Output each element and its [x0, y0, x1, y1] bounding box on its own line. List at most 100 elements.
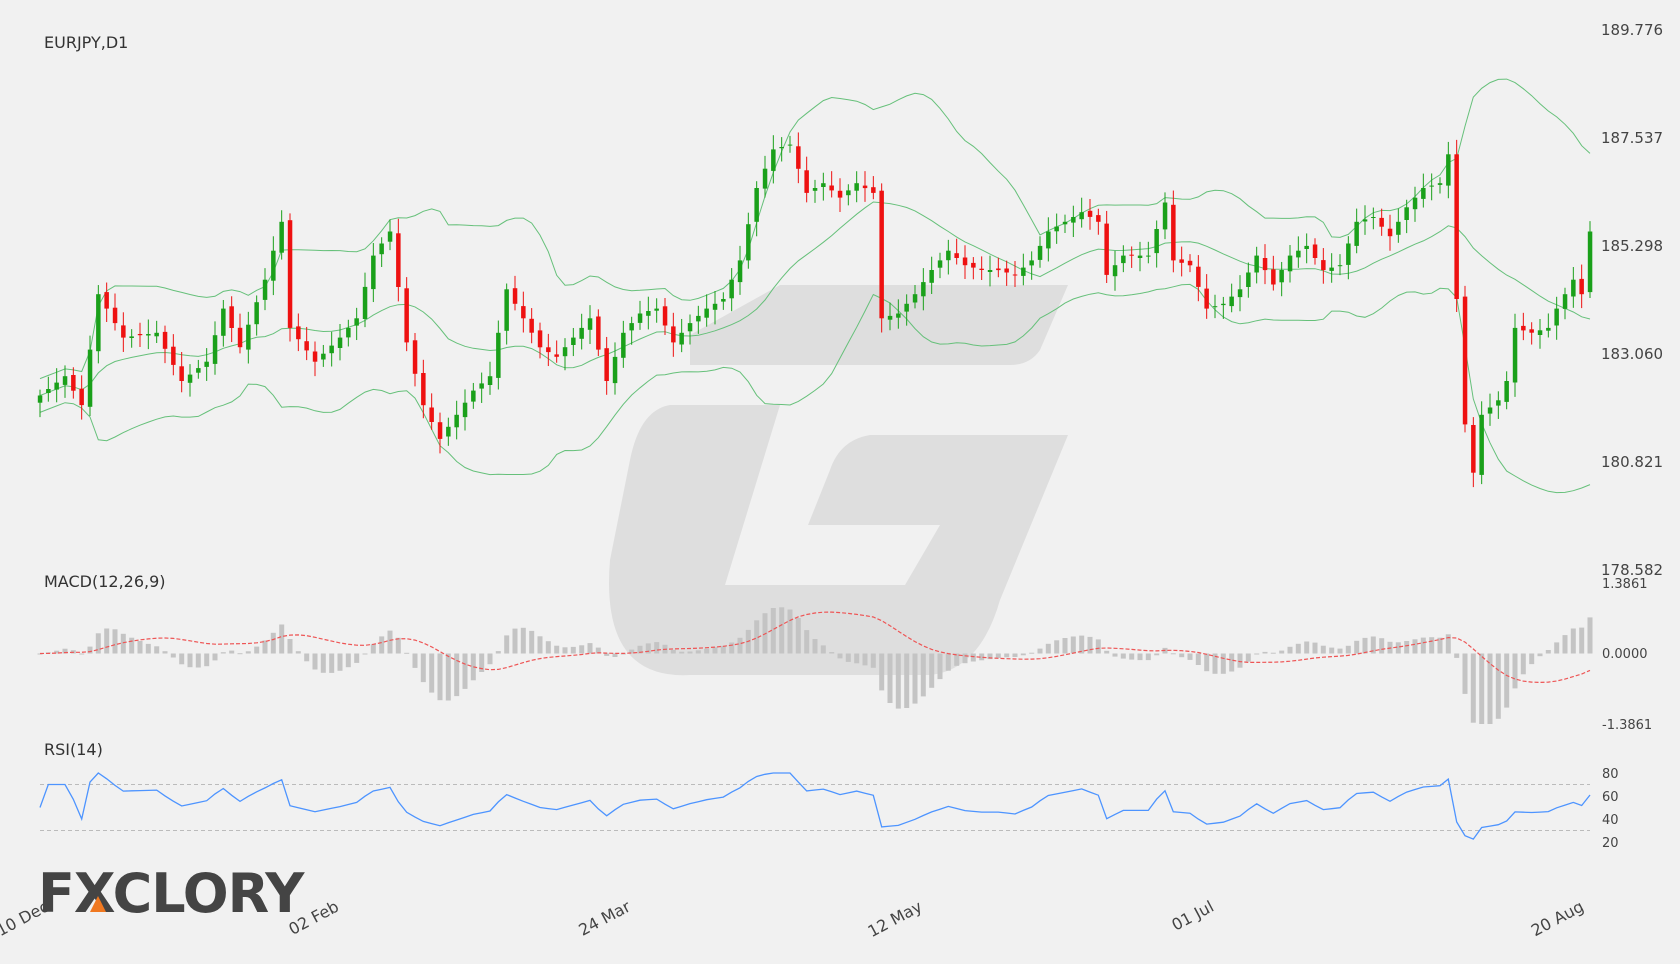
- candle-body: [1262, 258, 1268, 271]
- macd-histogram-bar: [487, 653, 493, 665]
- macd-histogram-bar: [920, 653, 926, 697]
- candle-body: [1387, 228, 1393, 237]
- chart-title: EURJPY,D1: [44, 33, 128, 52]
- macd-histogram-bar: [1279, 650, 1285, 654]
- macd-histogram-bar: [1529, 653, 1535, 665]
- macd-histogram-bar: [420, 653, 426, 683]
- candle-body: [912, 294, 918, 303]
- candle-body: [1221, 303, 1226, 306]
- candle-body: [587, 318, 593, 330]
- candle-body: [1096, 215, 1101, 222]
- candle-body: [1171, 204, 1176, 261]
- y-tick-label: 189.776: [1601, 21, 1663, 39]
- macd-histogram-bar: [1137, 653, 1143, 661]
- macd-histogram-bar: [804, 630, 810, 654]
- x-tick-label: 20 Aug: [1528, 897, 1587, 940]
- macd-histogram-bar: [604, 653, 610, 656]
- macd-histogram-bar: [962, 653, 968, 664]
- macd-histogram-bar: [412, 653, 418, 668]
- macd-histogram-bar: [1187, 653, 1193, 660]
- candle-body: [171, 346, 176, 365]
- macd-histogram-bar: [345, 653, 351, 668]
- candle-body: [1104, 223, 1109, 275]
- candle-body: [596, 316, 601, 350]
- candle-body: [987, 270, 993, 272]
- candle-body: [746, 224, 751, 261]
- candle-body: [904, 303, 909, 312]
- macd-histogram-bar: [120, 633, 126, 654]
- candle-body: [312, 351, 318, 362]
- candle-body: [487, 376, 493, 385]
- candle-body: [129, 336, 134, 338]
- candle-body: [271, 250, 276, 281]
- macd-histogram-bar: [204, 653, 210, 667]
- candle-body: [1404, 207, 1409, 220]
- candle-body: [296, 326, 301, 340]
- candle-body: [1437, 183, 1443, 185]
- macd-histogram-bar: [1345, 645, 1351, 654]
- y-tick-label: 180.821: [1601, 453, 1663, 471]
- candle-body: [1271, 269, 1276, 285]
- macd-histogram-bar: [1512, 653, 1518, 689]
- candle-body: [1087, 210, 1093, 217]
- candle-body: [804, 170, 809, 193]
- candle-body: [854, 183, 859, 191]
- macd-histogram-bar: [1229, 653, 1235, 672]
- candle-body: [471, 390, 476, 402]
- candle-body: [1554, 308, 1559, 326]
- logo-text: FXCLORY: [38, 862, 305, 925]
- macd-histogram-bar: [1120, 653, 1126, 659]
- macd-histogram-bar: [1112, 653, 1118, 657]
- macd-histogram-bar: [87, 646, 93, 654]
- macd-histogram-bar: [562, 647, 568, 654]
- candle-body: [154, 332, 159, 337]
- macd-histogram-bar: [1062, 638, 1068, 654]
- candle-body: [1312, 244, 1318, 258]
- candle-body: [1254, 255, 1259, 273]
- macd-histogram-bar: [1462, 653, 1468, 694]
- candle-body: [237, 327, 243, 348]
- macd-histogram-bar: [1562, 635, 1568, 654]
- candle-body: [671, 326, 676, 343]
- macd-histogram-bar: [937, 653, 943, 680]
- macd-histogram-bar: [1545, 650, 1551, 654]
- watermark-logo: [609, 285, 1068, 676]
- macd-histogram-bar: [787, 609, 793, 654]
- macd-histogram-bar: [337, 653, 343, 671]
- candle-body: [321, 353, 326, 360]
- candle-body: [79, 388, 84, 406]
- candle-body: [1479, 414, 1484, 475]
- macd-histogram-bar: [1579, 627, 1585, 654]
- candle-body: [346, 327, 351, 338]
- candle-body: [1421, 188, 1426, 199]
- macd-histogram-bar: [1420, 637, 1426, 654]
- x-tick-label: 24 Mar: [575, 897, 633, 940]
- macd-histogram-bar: [1429, 637, 1435, 654]
- candle-body: [62, 376, 68, 385]
- candle-body: [1129, 254, 1134, 256]
- candle-body: [962, 257, 968, 266]
- candle-body: [387, 231, 393, 242]
- candle-body: [579, 327, 584, 339]
- candle-body: [1304, 245, 1309, 249]
- macd-histogram-bar: [1404, 641, 1410, 654]
- macd-histogram-bar: [929, 653, 935, 688]
- macd-histogram-bar: [1520, 653, 1526, 675]
- candle-body: [337, 337, 343, 348]
- candle-body: [421, 373, 426, 406]
- candle-body: [1179, 259, 1184, 263]
- macd-histogram-bar: [354, 653, 360, 663]
- candle-body: [204, 361, 209, 367]
- candle-body: [1212, 306, 1218, 308]
- chart-container: 189.776 187.537 185.298 183.060 180.821 178.5…: [0, 0, 1680, 960]
- rsi-tick-label: 60: [1602, 790, 1619, 805]
- macd-histogram-bar: [1087, 636, 1093, 654]
- candle-body: [1296, 250, 1301, 258]
- macd-histogram-bar: [1479, 653, 1485, 724]
- candle-body: [1246, 272, 1251, 287]
- candle-body: [812, 188, 818, 191]
- candle-body: [896, 313, 901, 318]
- candle-body: [829, 185, 834, 191]
- candle-body: [146, 334, 151, 336]
- macd-histogram-bar: [729, 642, 735, 654]
